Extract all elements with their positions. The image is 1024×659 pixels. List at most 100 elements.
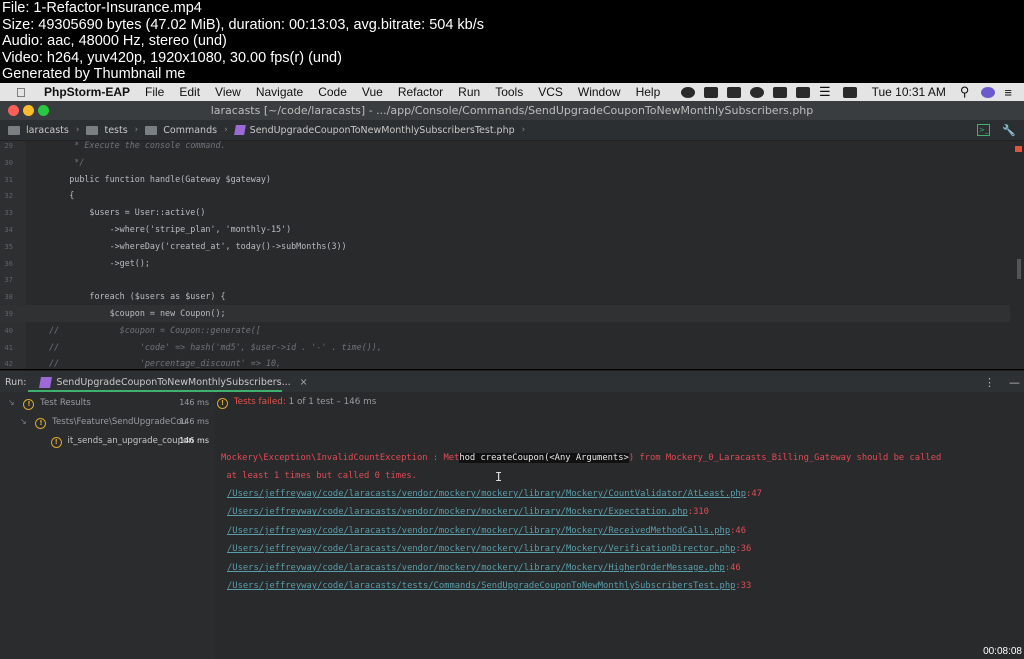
line-number[interactable]: 32 bbox=[0, 188, 13, 205]
stack-trace-line-number[interactable]: :46 bbox=[730, 526, 746, 536]
notification-icon[interactable] bbox=[749, 86, 764, 98]
code-line[interactable]: 29 * Execute the console command. bbox=[0, 141, 1010, 154]
line-number[interactable]: 31 bbox=[0, 172, 13, 189]
error-stripe-marker[interactable] bbox=[1015, 146, 1022, 152]
line-number[interactable]: 38 bbox=[0, 289, 13, 306]
stack-trace-link[interactable]: /Users/jeffreyway/code/laracasts/vendor/… bbox=[227, 544, 735, 554]
run-panel-actions: ⋮ — bbox=[970, 371, 1020, 393]
run-tab-label[interactable]: SendUpgradeCouponToNewMonthlySubscribers… bbox=[56, 377, 290, 388]
stack-trace-link[interactable]: /Users/jeffreyway/code/laracasts/vendor/… bbox=[227, 526, 730, 536]
stack-trace-link[interactable]: /Users/jeffreyway/code/laracasts/vendor/… bbox=[227, 507, 688, 517]
chevron-down-icon[interactable]: ↘ bbox=[20, 417, 27, 426]
tree-row-results[interactable]: ↘ ! Test Results 146 ms bbox=[0, 394, 215, 412]
code-line[interactable]: 40 // $coupon = Coupon::generate([ bbox=[0, 322, 1010, 339]
warning-icon: ! bbox=[50, 437, 62, 448]
wrench-icon[interactable]: 🔧 bbox=[1002, 124, 1016, 137]
tree-row-time: 146 ms bbox=[179, 398, 209, 407]
stack-trace-link[interactable]: /Users/jeffreyway/code/laracasts/vendor/… bbox=[227, 563, 725, 573]
tree-row-test[interactable]: ! it_sends_an_upgrade_coupon 146 ms bbox=[0, 432, 215, 450]
stack-trace-line-number[interactable]: :47 bbox=[746, 489, 762, 499]
line-number[interactable]: 34 bbox=[0, 222, 13, 239]
menu-vcs[interactable]: VCS bbox=[538, 85, 563, 99]
code-line[interactable]: 39 $coupon = new Coupon(); bbox=[0, 305, 1010, 322]
line-number[interactable]: 40 bbox=[0, 323, 13, 340]
tree-row-suite[interactable]: ↘ ! Tests\Feature\SendUpgradeCou 146 ms bbox=[0, 413, 215, 431]
code-line[interactable]: 30 */ bbox=[0, 154, 1010, 171]
code-line[interactable]: 41 // 'code' => hash('md5', $user->id . … bbox=[0, 339, 1010, 356]
app-name-menu[interactable]: PhpStorm-EAP bbox=[44, 85, 130, 99]
code-text: $coupon = new Coupon(); bbox=[39, 308, 226, 318]
line-number[interactable]: 42 bbox=[0, 356, 13, 369]
breadcrumb-item-commands[interactable]: Commands bbox=[163, 125, 217, 136]
spotlight-search-icon[interactable]: ⚲ bbox=[960, 84, 970, 100]
window-maximize-button[interactable] bbox=[38, 105, 49, 116]
menu-clock[interactable]: Tue 10:31 AM bbox=[872, 85, 946, 99]
stack-trace-line-number[interactable]: :36 bbox=[735, 544, 751, 554]
php-file-icon bbox=[233, 125, 246, 135]
breadcrumb-item-tests[interactable]: tests bbox=[104, 125, 127, 136]
line-number[interactable]: 39 bbox=[0, 306, 13, 323]
airplay-icon[interactable] bbox=[795, 86, 810, 98]
code-line[interactable]: 33 $users = User::active() bbox=[0, 204, 1010, 221]
code-line[interactable]: 37 bbox=[0, 271, 1010, 288]
battery-icon[interactable] bbox=[842, 86, 857, 98]
chevron-down-icon[interactable]: ↘ bbox=[8, 398, 15, 407]
screen-record-icon[interactable] bbox=[726, 86, 741, 98]
apple-icon[interactable]:  bbox=[16, 85, 30, 100]
minimize-panel-icon[interactable]: — bbox=[1009, 376, 1020, 389]
code-line[interactable]: 34 ->where('stripe_plan', 'monthly-15') bbox=[0, 221, 1010, 238]
nav-toolbar: >_ 🔧 bbox=[977, 120, 1024, 140]
menu-vue[interactable]: Vue bbox=[362, 85, 383, 99]
terminal-icon[interactable]: >_ bbox=[977, 124, 991, 136]
thumb-line: Video: h264, yuv420p, 1920x1080, 30.00 f… bbox=[2, 49, 342, 66]
editor-scrollbar[interactable] bbox=[1017, 259, 1021, 279]
code-line[interactable]: 42 // 'percentage_discount' => 10, bbox=[0, 355, 1010, 369]
test-results-tree: ↘ ! Test Results 146 ms ↘ ! Tests\Featur… bbox=[0, 392, 215, 659]
code-line[interactable]: 35 ->whereDay('created_at', today()->sub… bbox=[0, 238, 1010, 255]
stack-trace-line-number[interactable]: :46 bbox=[725, 563, 741, 573]
stack-trace-line-number[interactable]: :310 bbox=[688, 507, 709, 517]
menu-refactor[interactable]: Refactor bbox=[398, 85, 443, 99]
line-number[interactable]: 35 bbox=[0, 239, 13, 256]
line-number[interactable]: 41 bbox=[0, 340, 13, 357]
code-line[interactable]: 32 { bbox=[0, 187, 1010, 204]
window-minimize-button[interactable] bbox=[23, 105, 34, 116]
menu-help[interactable]: Help bbox=[636, 85, 661, 99]
wifi-icon[interactable]: ☰ bbox=[819, 84, 831, 100]
console-output[interactable]: ! Tests failed: 1 of 1 test – 146 ms Moc… bbox=[215, 392, 1024, 659]
menu-window[interactable]: Window bbox=[578, 85, 621, 99]
menu-view[interactable]: View bbox=[215, 85, 241, 99]
error-message-line: at least 1 times but called 0 times. bbox=[221, 469, 417, 483]
menu-bar:  PhpStorm-EAP File Edit View Navigate C… bbox=[0, 83, 1024, 101]
breadcrumb-item-project[interactable]: laracasts bbox=[26, 125, 69, 136]
line-number[interactable]: 29 bbox=[0, 141, 13, 155]
code-line[interactable]: 38 foreach ($users as $user) { bbox=[0, 288, 1010, 305]
stack-trace-link[interactable]: /Users/jeffreyway/code/laracasts/tests/C… bbox=[227, 581, 735, 591]
menu-run[interactable]: Run bbox=[458, 85, 480, 99]
stack-trace-link[interactable]: /Users/jeffreyway/code/laracasts/vendor/… bbox=[227, 489, 746, 499]
creative-cloud-icon[interactable] bbox=[680, 86, 695, 98]
tests-failed-label: Tests failed: bbox=[233, 397, 286, 407]
notification-center-icon[interactable]: ≡ bbox=[1004, 85, 1012, 100]
siri-icon[interactable] bbox=[981, 86, 996, 98]
menu-file[interactable]: File bbox=[145, 85, 164, 99]
breadcrumb-item-file[interactable]: SendUpgradeCouponToNewMonthlySubscribers… bbox=[250, 125, 515, 136]
more-options-icon[interactable]: ⋮ bbox=[984, 376, 995, 389]
menu-tools[interactable]: Tools bbox=[495, 85, 523, 99]
window-close-button[interactable] bbox=[8, 105, 19, 116]
menu-edit[interactable]: Edit bbox=[179, 85, 200, 99]
code-line[interactable]: 36 ->get(); bbox=[0, 255, 1010, 272]
line-number[interactable]: 30 bbox=[0, 155, 13, 172]
time-machine-icon[interactable] bbox=[772, 86, 787, 98]
line-number[interactable]: 37 bbox=[0, 272, 13, 289]
code-line[interactable]: 31 public function handle(Gateway $gatew… bbox=[0, 171, 1010, 188]
tree-row-label: it_sends_an_upgrade_coupon bbox=[67, 436, 194, 446]
close-tab-icon[interactable]: × bbox=[300, 377, 308, 388]
line-number[interactable]: 36 bbox=[0, 256, 13, 273]
menu-code[interactable]: Code bbox=[318, 85, 347, 99]
stack-trace-line-number[interactable]: :33 bbox=[735, 581, 751, 591]
display-icon[interactable] bbox=[703, 86, 718, 98]
line-number[interactable]: 33 bbox=[0, 205, 13, 222]
menu-navigate[interactable]: Navigate bbox=[256, 85, 303, 99]
code-editor[interactable]: 29 * Execute the console command. 30 */31… bbox=[0, 141, 1024, 369]
